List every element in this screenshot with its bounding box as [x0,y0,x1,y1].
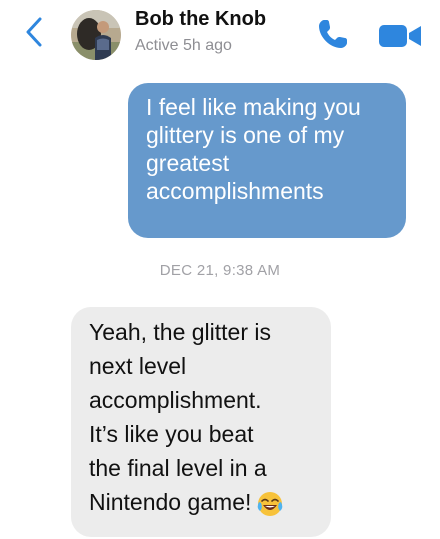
message-line: accomplishment. [89,387,262,413]
laughing-with-tears-emoji-icon [258,491,283,516]
avatar[interactable] [71,10,121,60]
phone-icon [319,20,347,48]
message-line: It’s like you beat [89,421,254,447]
message-line-text: Nintendo game! [89,489,252,515]
video-call-button[interactable] [376,20,424,50]
active-status: Active 5h ago [135,37,232,54]
contact-name[interactable]: Bob the Knob [135,8,266,31]
incoming-message-bubble[interactable]: Yeah, the glitter is next level accompli… [71,307,331,537]
message-line: glittery is one of my [146,122,345,148]
message-line: greatest [146,150,230,176]
message-line: next level [89,353,187,379]
message-line: accomplishments [146,178,324,204]
message-line: Yeah, the glitter is [89,319,271,345]
message-line: the final level in a [89,455,267,481]
chevron-left-icon [26,17,42,47]
video-camera-icon [379,25,421,47]
conversation-header: Bob the Knob Active 5h ago [0,0,440,70]
voice-call-button[interactable] [315,16,351,52]
message-line: I feel like making you [146,94,361,120]
message-line-last: Nintendo game! [89,485,319,519]
back-button[interactable] [18,12,50,52]
message-timestamp: DEC 21, 9:38 AM [159,262,281,279]
outgoing-message-bubble[interactable]: I feel like making you glittery is one o… [128,83,406,238]
